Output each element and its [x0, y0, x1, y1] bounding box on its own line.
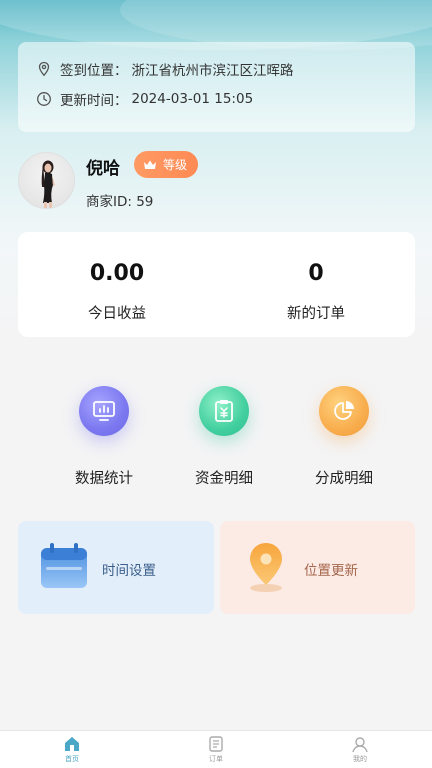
- avatar[interactable]: [18, 152, 75, 209]
- update-time-row: 更新时间： 2024-03-01 15:05: [36, 88, 415, 110]
- calendar-icon: [40, 543, 88, 593]
- merchant-id: 商家ID: 59: [86, 194, 154, 210]
- data-stats-button[interactable]: 数据统计: [44, 380, 164, 490]
- new-orders-value: 0: [308, 261, 324, 286]
- checkin-location-label: 签到位置：: [60, 63, 128, 79]
- bottom-tab-bar: 首页 订单 我的: [0, 730, 432, 768]
- user-icon: [351, 735, 369, 753]
- tab-orders[interactable]: 订单: [186, 735, 246, 767]
- clock-icon: [36, 91, 52, 107]
- crown-icon: [143, 159, 157, 171]
- today-income-stat[interactable]: 0.00 今日收益: [18, 232, 216, 337]
- new-orders-stat[interactable]: 0 新的订单: [217, 232, 415, 337]
- time-settings-label: 时间设置: [102, 563, 156, 579]
- update-time-value: 2024-03-01 15:05: [131, 91, 254, 107]
- update-time-label: 更新时间：: [60, 93, 128, 109]
- home-icon: [63, 735, 81, 753]
- new-orders-label: 新的订单: [287, 306, 345, 322]
- map-pin-icon: [246, 541, 286, 597]
- location-update-label: 位置更新: [304, 563, 358, 579]
- clipboard-yen-icon: [199, 386, 249, 436]
- checkin-location-row: 签到位置： 浙江省杭州市滨江区江晖路: [36, 58, 415, 80]
- level-badge[interactable]: 等级: [134, 151, 199, 178]
- tab-home-label: 首页: [65, 755, 79, 763]
- tab-orders-label: 订单: [209, 755, 223, 763]
- data-stats-label: 数据统计: [75, 471, 133, 487]
- share-details-button[interactable]: 分成明细: [284, 380, 404, 490]
- tab-profile[interactable]: 我的: [330, 735, 390, 767]
- location-card: 签到位置： 浙江省杭州市滨江区江晖路 更新时间： 2024-03-01 15:0…: [18, 42, 415, 132]
- quick-tiles: 时间设置 位置更新: [18, 521, 415, 614]
- today-income-label: 今日收益: [88, 306, 146, 322]
- share-details-label: 分成明细: [315, 471, 373, 487]
- merchant-profile: 倪哈 等级 商家ID: 59: [18, 151, 418, 214]
- tab-profile-label: 我的: [353, 755, 367, 763]
- monitor-chart-icon: [79, 386, 129, 436]
- time-settings-tile[interactable]: 时间设置: [18, 521, 214, 614]
- fund-details-label: 资金明细: [195, 471, 253, 487]
- level-badge-label: 等级: [163, 158, 188, 172]
- fund-details-button[interactable]: 资金明细: [164, 380, 284, 490]
- pie-chart-icon: [319, 386, 369, 436]
- feature-grid: 数据统计 资金明细 分成明细: [0, 380, 432, 490]
- order-icon: [207, 735, 225, 753]
- stats-card: 0.00 今日收益 0 新的订单: [18, 232, 415, 337]
- today-income-value: 0.00: [89, 261, 145, 286]
- merchant-name: 倪哈: [86, 159, 120, 179]
- tab-home[interactable]: 首页: [42, 735, 102, 767]
- location-pin-icon: [36, 61, 52, 77]
- checkin-location-value: 浙江省杭州市滨江区江晖路: [131, 63, 294, 79]
- location-update-tile[interactable]: 位置更新: [220, 521, 415, 614]
